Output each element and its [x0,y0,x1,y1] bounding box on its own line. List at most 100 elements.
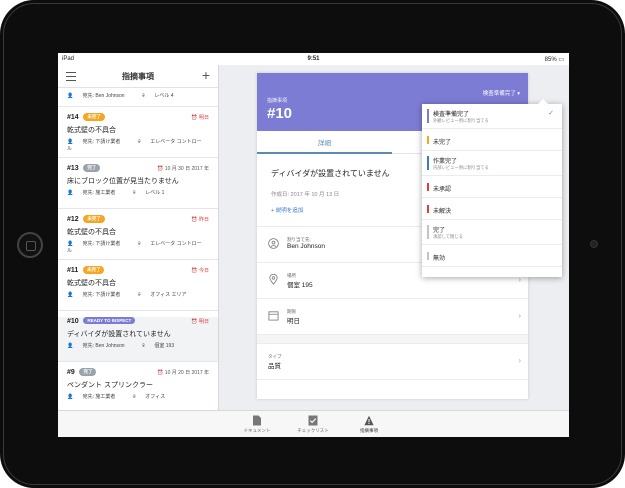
field-value: 明日 [287,318,300,325]
option-label: 作業完了 [433,159,458,165]
issue-list-sidebar: 指摘事項 + 👤 宛先: Ben Johnson ⌾ レベル 4 #14 未完了… [58,65,219,410]
issue-number: #10 [267,105,293,122]
list-item[interactable]: #13 完了 ⏰ 10 月 30 日 2017 年 床にブロック位置が見当たりま… [58,164,218,209]
option-label: 未完了 [433,140,452,146]
list-item[interactable]: #11 未完了 ⏰ 今日 乾式壁の不具合 👤 宛先: 下請け業者 ⌾ オフィス … [58,266,218,311]
item-header: #12 未完了 ⏰ 昨日 [67,215,209,226]
item-title: 乾式壁の不具合 [67,280,116,287]
person-icon: 👤 [67,190,74,196]
assignee-text: 宛先: 下請け業者 [82,292,121,298]
option-label: 未承認 [433,187,452,193]
field-value: Ben Johnson [287,243,325,250]
status-option[interactable]: 未完了 [422,129,562,151]
list-item[interactable]: #10 READY TO INSPECT ⏰ 明日 ディバイダが設置されていませ… [58,317,218,362]
chevron-right-icon: › [518,311,521,320]
status-option[interactable]: 作業完了 内部レビュー用に割り当てる [422,151,562,176]
list-item[interactable]: 👤 宛先: Ben Johnson ⌾ レベル 4 [58,92,218,107]
option-description: 承認して閉じる [433,234,463,239]
alarm-clock-icon: ⏰ [157,166,164,172]
item-assignee: 👤 宛先: 施工業者 [67,394,123,400]
status-option[interactable]: 無効 [422,245,562,267]
item-location: ⌾ オフィス [133,394,173,400]
home-button[interactable] [17,232,43,258]
tab-label: 指摘事項 [360,428,378,433]
due-date: ⏰ 10 月 20 日 2017 年 [157,369,209,376]
due-text: 10 月 30 日 2017 年 [164,166,209,172]
status-label: 検査準備完了 [482,91,516,97]
status-option[interactable]: 未承認 [422,176,562,198]
status-dropdown-button[interactable]: 検査準備完了 ▾ [483,89,520,97]
location-pin-icon: ⌾ [141,93,145,99]
status-option[interactable]: 未解決 [422,198,562,220]
person-icon: 👤 [67,394,74,400]
list-item[interactable]: #9 完了 ⏰ 10 月 20 日 2017 年 ペンダント スプリンクラー 👤… [58,368,218,410]
tab-checklists[interactable]: チェックリスト [288,415,338,434]
status-color-bar [427,183,429,191]
status-option[interactable]: 完了 承認して閉じる [422,220,562,245]
add-issue-icon[interactable]: + [202,67,210,83]
list-item[interactable]: #12 未完了 ⏰ 昨日 乾式壁の不具合 👤 宛先: 下請け業者 ⌾ エレベータ… [58,215,218,260]
item-meta: 👤 宛先: 施工業者 ⌾ レベル 1 [67,189,209,196]
person-icon [268,238,279,249]
status-option[interactable]: 検査準備完了 外観レビュー用に割り当てる ✓ [422,104,562,129]
location-text: オフィス エリア [150,292,187,298]
issue-number: #12 [67,216,79,223]
status-badge: 未完了 [83,113,105,121]
item-assignee: 👤 宛先: 施工業者 [67,190,123,196]
status-badge: 完了 [83,164,101,172]
person-icon: 👤 [67,343,74,349]
tab-label: チェックリスト [297,428,329,433]
alarm-clock-icon: ⏰ [157,370,164,376]
sidebar-title: 指摘事項 [122,72,154,81]
status-color-bar [427,205,429,213]
tab-documents[interactable]: ドキュメント [232,415,282,434]
item-location: ⌾ レベル 1 [133,190,173,196]
alarm-clock-icon: ⏰ [191,319,198,325]
item-title: 床にブロック位置が見当たりません [67,178,179,185]
item-title: 乾式壁の不具合 [67,127,116,134]
location-pin-icon: ⌾ [137,241,141,247]
item-assignee: 👤 宛先: Ben Johnson [67,93,133,99]
issue-number: #14 [67,114,79,121]
item-header: #13 完了 ⏰ 10 月 30 日 2017 年 [67,164,209,175]
status-color-bar [427,252,429,260]
issue-number: #13 [67,165,79,172]
field-value: 品質 [268,363,281,370]
battery-icon: ▭ [558,57,564,63]
person-icon: 👤 [67,93,74,99]
item-title: ディバイダが設置されていません [67,331,171,338]
type-field[interactable]: タイプ 品質 › [257,344,528,380]
due-date: ⏰ 明日 [191,318,209,325]
option-label: 完了 [433,228,446,234]
item-meta: 👤 宛先: 下請け業者 ⌾ エレベータ コントロール [67,138,209,152]
tab-details[interactable]: 詳細 [257,137,392,147]
chevron-right-icon: › [518,356,521,365]
status-color-bar [427,156,429,170]
option-label: 検査準備完了 [433,112,470,118]
status-color-bar [427,136,429,144]
assignee-text: 宛先: 下請け業者 [82,241,121,247]
item-location: ⌾ オフィス エリア [138,292,195,298]
option-description: 外観レビュー用に割り当てる [433,118,489,123]
item-header: #14 未完了 ⏰ 明日 [67,113,209,124]
tab-issues[interactable]: 指摘事項 [344,415,394,434]
battery-percent: 85% [544,57,557,63]
item-header: #10 READY TO INSPECT ⏰ 明日 [67,317,209,328]
assignee-text: 宛先: 施工業者 [82,394,116,400]
location-text: オフィス [145,394,166,400]
due-date-field[interactable]: 期限 明日 › [257,299,528,335]
camera [590,240,598,248]
sidebar-header: 指摘事項 + [58,65,218,88]
status-color-bar [427,109,429,123]
status-color-bar [427,225,429,239]
item-location: ⌾ レベル 4 [142,93,182,99]
bottom-tab-bar: ドキュメント チェックリスト 指摘事項 [58,410,569,437]
tab-underline [257,152,392,154]
item-assignee: 👤 宛先: 下請け業者 [67,292,128,298]
alarm-clock-icon: ⏰ [191,115,198,121]
item-meta: 👤 宛先: 下請け業者 ⌾ エレベータ コントロール [67,240,209,254]
list-item[interactable]: #14 未完了 ⏰ 明日 乾式壁の不具合 👤 宛先: 下請け業者 ⌾ エレベータ… [58,113,218,158]
location-pin-icon: ⌾ [132,394,136,400]
alarm-clock-icon: ⏰ [191,268,198,274]
clock: 9:51 [307,56,320,62]
